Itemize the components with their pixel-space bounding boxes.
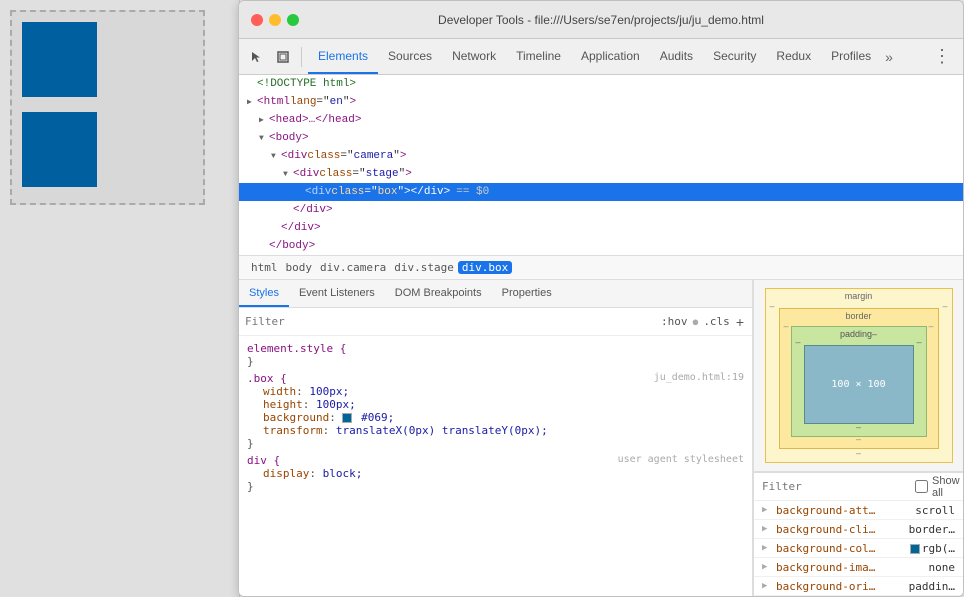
html-line-body[interactable]: ▼ <body>: [239, 129, 963, 147]
padding-layer: padding– – – – 100 × 100: [791, 326, 927, 437]
html-line-doctype[interactable]: <!DOCTYPE html>: [239, 75, 963, 93]
show-all-checkbox[interactable]: [915, 480, 928, 493]
add-style-button[interactable]: +: [734, 314, 746, 330]
arrow-stage: ▼: [283, 170, 293, 179]
blue-box-bottom: [22, 112, 97, 187]
html-line-box[interactable]: <div class="box"></div> == $0: [239, 183, 963, 201]
hov-button[interactable]: :hov: [661, 315, 688, 328]
tab-dom-breakpoints[interactable]: DOM Breakpoints: [385, 280, 492, 307]
maximize-button[interactable]: [287, 14, 299, 26]
breadcrumb-stage[interactable]: div.stage: [390, 261, 458, 274]
computed-item-bg-ima[interactable]: ▶ background-ima… none: [754, 558, 963, 577]
breadcrumb-html[interactable]: html: [247, 261, 282, 274]
preview-panel: [0, 0, 240, 597]
computed-item-bg-cli[interactable]: ▶ background-cli… border…: [754, 520, 963, 539]
html-line-camera[interactable]: ▼ <div class="camera">: [239, 147, 963, 165]
computed-item-bg-att[interactable]: ▶ background-att… scroll: [754, 501, 963, 520]
computed-filter-input[interactable]: [762, 480, 909, 493]
tab-network[interactable]: Network: [442, 39, 506, 74]
styles-content: element.style { } .box { ju_demo.html:19…: [239, 336, 752, 597]
tab-sources[interactable]: Sources: [378, 39, 442, 74]
show-all-label: Show all: [915, 475, 960, 499]
html-line-head[interactable]: ▶ <head>…</head>: [239, 111, 963, 129]
html-line-close-stage[interactable]: </div>: [239, 201, 963, 219]
inspect-box-icon-btn[interactable]: [271, 45, 295, 69]
blue-box-top: [22, 22, 97, 97]
color-swatch-bg[interactable]: [342, 413, 352, 423]
tab-bar: Elements Sources Network Timeline Applic…: [308, 39, 925, 74]
html-line-html[interactable]: ▶ <html lang="en">: [239, 93, 963, 111]
breadcrumb: html body div.camera div.stage div.box: [239, 256, 963, 280]
content-size-label: 100 × 100: [831, 379, 885, 390]
expand-arrow-bg-ori: ▶: [762, 581, 772, 591]
tab-audits[interactable]: Audits: [650, 39, 703, 74]
traffic-lights: [239, 14, 299, 26]
breadcrumb-body[interactable]: body: [282, 261, 317, 274]
toolbar: Elements Sources Network Timeline Applic…: [239, 39, 963, 75]
tab-event-listeners[interactable]: Event Listeners: [289, 280, 385, 307]
bottom-area: Styles Event Listeners DOM Breakpoints P…: [239, 280, 963, 597]
rule-element-style: element.style { }: [239, 340, 752, 370]
breadcrumb-camera[interactable]: div.camera: [316, 261, 390, 274]
tab-security[interactable]: Security: [703, 39, 766, 74]
tab-styles[interactable]: Styles: [239, 280, 289, 307]
toolbar-divider: [301, 47, 302, 67]
margin-label: margin: [766, 289, 952, 301]
cursor-icon-btn[interactable]: [245, 45, 269, 69]
computed-panel: Show all ▶ background-att… scroll ▶ back…: [754, 472, 963, 597]
styles-tabs: Styles Event Listeners DOM Breakpoints P…: [239, 280, 752, 308]
styles-panel: Styles Event Listeners DOM Breakpoints P…: [239, 280, 753, 597]
content-layer: 100 × 100: [804, 345, 914, 424]
tab-redux[interactable]: Redux: [766, 39, 821, 74]
tab-properties[interactable]: Properties: [492, 280, 562, 307]
close-button[interactable]: [251, 14, 263, 26]
preview-box: [10, 10, 205, 205]
expand-arrow-bg-col: ▶: [762, 543, 772, 553]
titlebar: Developer Tools - file:///Users/se7en/pr…: [239, 1, 963, 39]
filter-bar: :hov ● .cls +: [239, 308, 752, 336]
computed-list: ▶ background-att… scroll ▶ background-cl…: [754, 501, 963, 597]
box-model-diagram: margin – – – – border – – –: [765, 288, 953, 463]
box-icon: [276, 50, 290, 64]
filter-input[interactable]: [245, 315, 657, 328]
tab-application[interactable]: Application: [571, 39, 650, 74]
box-model-section: margin – – – – border – – –: [754, 280, 963, 472]
computed-item-bg-col[interactable]: ▶ background-col… rgb(…: [754, 539, 963, 558]
devtools-window: Developer Tools - file:///Users/se7en/pr…: [238, 0, 964, 597]
arrow-head: ▶: [259, 115, 269, 125]
minimize-button[interactable]: [269, 14, 281, 26]
html-line-close-camera[interactable]: </div>: [239, 219, 963, 237]
color-swatch-computed[interactable]: [910, 544, 920, 554]
right-panel: margin – – – – border – – –: [753, 280, 963, 597]
rule-box: .box { ju_demo.html:19 width: 100px; hei…: [239, 370, 752, 452]
tab-elements[interactable]: Elements: [308, 39, 378, 74]
computed-filter-bar: Show all: [754, 473, 963, 501]
html-line-close-body[interactable]: </body>: [239, 237, 963, 255]
devtools-menu-icon[interactable]: ⋮: [927, 46, 957, 67]
html-tree-panel: <!DOCTYPE html> ▶ <html lang="en"> ▶ <he…: [239, 75, 963, 256]
more-tabs-icon[interactable]: »: [881, 49, 897, 65]
arrow-html: ▶: [247, 97, 257, 107]
arrow-body: ▼: [259, 134, 269, 143]
html-line-stage[interactable]: ▼ <div class="stage">: [239, 165, 963, 183]
breadcrumb-box[interactable]: div.box: [458, 261, 512, 274]
window-title: Developer Tools - file:///Users/se7en/pr…: [438, 13, 764, 27]
cls-button[interactable]: .cls: [703, 315, 730, 328]
computed-item-bg-ori[interactable]: ▶ background-ori… paddin…: [754, 577, 963, 596]
expand-arrow-bg-ima: ▶: [762, 562, 772, 572]
tab-timeline[interactable]: Timeline: [506, 39, 571, 74]
rule-div: div { user agent stylesheet display: blo…: [239, 452, 752, 495]
expand-arrow-bg-att: ▶: [762, 505, 772, 515]
padding-label: padding–: [792, 327, 926, 339]
border-label: border: [780, 309, 938, 321]
dot-separator: ●: [691, 314, 699, 329]
arrow-camera: ▼: [271, 152, 281, 161]
cursor-icon: [250, 50, 264, 64]
tab-profiles[interactable]: Profiles: [821, 39, 881, 74]
expand-arrow-bg-cli: ▶: [762, 524, 772, 534]
